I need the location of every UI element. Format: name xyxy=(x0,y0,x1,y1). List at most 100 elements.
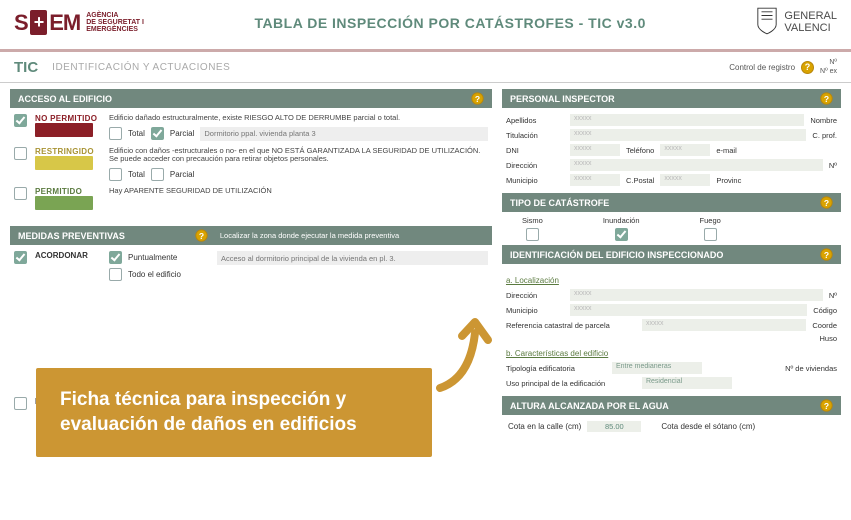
reg-num-label: Nº xyxy=(820,58,837,67)
titulacion-input[interactable]: xxxxx xyxy=(570,129,806,141)
gv-crest-icon xyxy=(756,6,778,39)
direccion-label: Dirección xyxy=(506,161,564,170)
telefono-label: Teléfono xyxy=(626,146,654,155)
logo-sem: S+EM AGÈNCIA DE SEGURETAT I EMERGÈNCIES xyxy=(14,10,144,36)
gv-text: GENERAL VALENCI xyxy=(784,11,837,34)
checkbox-sismo[interactable] xyxy=(526,228,539,241)
tipo-fuego-label: Fuego xyxy=(700,216,721,225)
checkbox-no-permitido[interactable] xyxy=(14,114,27,127)
section-personal-title: PERSONAL INSPECTOR xyxy=(510,94,615,104)
checkbox-demoler[interactable] xyxy=(14,397,27,410)
no-permitido-note: Edificio dañado estructuralmente, existe… xyxy=(109,114,488,123)
edif-municipio-input[interactable]: xxxxx xyxy=(570,304,807,316)
acordonar-punt-label: Puntualmente xyxy=(128,253,177,262)
sem-wordmark: S+EM xyxy=(14,10,80,36)
sem-subtitle: AGÈNCIA DE SEGURETAT I EMERGÈNCIES xyxy=(86,12,144,33)
section-tipo-title: TIPO DE CATÁSTROFE xyxy=(510,198,609,208)
status-permitido-label: PERMITIDO xyxy=(35,187,101,196)
municipio-input[interactable]: xxxxx xyxy=(570,174,620,186)
overlay-callout: Ficha técnica para inspección y evaluaci… xyxy=(36,368,432,457)
section-medidas: MEDIDAS PREVENTIVAS ? Localizar la zona … xyxy=(10,226,492,245)
telefono-input[interactable]: xxxxx xyxy=(660,144,710,156)
help-icon[interactable]: ? xyxy=(820,93,832,105)
swatch-red xyxy=(35,123,93,137)
help-icon[interactable]: ? xyxy=(471,93,483,105)
edif-codigo-label: Código xyxy=(813,306,837,315)
direccion-input[interactable]: xxxxx xyxy=(570,159,823,171)
checkbox-r-parcial[interactable] xyxy=(151,168,164,181)
nombre-label: Nombre xyxy=(810,116,837,125)
tipologia-label: Tipología edificatoria xyxy=(506,364,606,373)
acordonar-zone-input[interactable] xyxy=(217,251,488,265)
help-icon[interactable]: ? xyxy=(195,229,207,241)
section-acceso-title: ACCESO AL EDIFICIO xyxy=(18,94,112,104)
coord-label: Coorde xyxy=(812,321,837,330)
apellidos-label: Apellidos xyxy=(506,116,564,125)
section-altura: ALTURA ALCANZADA POR EL AGUA ? xyxy=(502,396,841,415)
np-parcial-label: Parcial xyxy=(170,129,194,138)
loc-subtitle: a. Localización xyxy=(506,276,837,285)
checkbox-acordonar-todo[interactable] xyxy=(109,268,122,281)
tipo-sismo-label: Sismo xyxy=(522,216,543,225)
cota-calle-value[interactable]: 85.00 xyxy=(587,421,641,432)
municipio-label: Municipio xyxy=(506,176,564,185)
section-altura-title: ALTURA ALCANZADA POR EL AGUA xyxy=(510,401,669,411)
dni-input[interactable]: xxxxx xyxy=(570,144,620,156)
checkbox-np-total[interactable] xyxy=(109,127,122,140)
permitido-note: Hay APARENTE SEGURIDAD DE UTILIZACIÓN xyxy=(109,187,488,196)
page-title: TABLA DE INSPECCIÓN POR CATÁSTROFES - TI… xyxy=(254,15,645,31)
np-total-label: Total xyxy=(128,129,145,138)
help-icon[interactable]: ? xyxy=(820,249,832,261)
control-registro-label: Control de registro xyxy=(729,63,795,72)
status-no-permitido-label: NO PERMITIDO xyxy=(35,114,101,123)
swatch-yellow xyxy=(35,156,93,170)
help-icon[interactable]: ? xyxy=(820,400,832,412)
r-parcial-label: Parcial xyxy=(170,170,194,179)
edif-direccion-label: Dirección xyxy=(506,291,564,300)
usoprin-value[interactable]: Residencial xyxy=(642,377,732,389)
help-icon[interactable]: ? xyxy=(801,61,814,74)
checkbox-fuego[interactable] xyxy=(704,228,717,241)
app-header: S+EM AGÈNCIA DE SEGURETAT I EMERGÈNCIES … xyxy=(0,0,851,52)
r-total-label: Total xyxy=(128,170,145,179)
titulacion-label: Titulación xyxy=(506,131,564,140)
acordonar-label: ACORDONAR xyxy=(35,251,101,260)
help-icon[interactable]: ? xyxy=(820,197,832,209)
restringido-note: Edificio con daños -estructurales o no- … xyxy=(109,147,488,164)
nviv-label: Nº de viviendas xyxy=(785,364,837,373)
tipo-inundacion-label: Inundación xyxy=(603,216,640,225)
caract-subtitle: b. Características del edificio xyxy=(506,349,837,358)
cprof-label: C. prof. xyxy=(812,131,837,140)
checkbox-acordonar-punt[interactable] xyxy=(109,251,122,264)
huso-label: Huso xyxy=(819,334,837,343)
checkbox-restringido[interactable] xyxy=(14,147,27,160)
checkbox-permitido[interactable] xyxy=(14,187,27,200)
cota-sotano-label: Cota desde el sótano (cm) xyxy=(661,422,755,431)
edif-municipio-label: Municipio xyxy=(506,306,564,315)
logo-gv: GENERAL VALENCI xyxy=(756,6,837,39)
num-label: Nº xyxy=(829,161,837,170)
tipologia-value[interactable]: Entre medianeras xyxy=(612,362,702,374)
edif-direccion-input[interactable]: xxxxx xyxy=(570,289,823,301)
swatch-green xyxy=(35,196,93,210)
cota-calle-label: Cota en la calle (cm) xyxy=(508,422,581,431)
reg-ex-label: Nº ex xyxy=(820,67,837,76)
section-label: IDENTIFICACIÓN Y ACTUACIONES xyxy=(52,62,230,73)
checkbox-r-total[interactable] xyxy=(109,168,122,181)
cpostal-label: C.Postal xyxy=(626,176,654,185)
refcat-input[interactable]: xxxxx xyxy=(642,319,806,331)
email-label: e-mail xyxy=(716,146,736,155)
np-parcial-input[interactable] xyxy=(200,127,488,141)
section-ident-edif-title: IDENTIFICACIÓN DEL EDIFICIO INSPECCIONAD… xyxy=(510,250,723,260)
refcat-label: Referencia catastral de parcela xyxy=(506,321,636,330)
acordonar-todo-label: Todo el edificio xyxy=(128,270,181,279)
checkbox-np-parcial[interactable] xyxy=(151,127,164,140)
section-ident-edif: IDENTIFICACIÓN DEL EDIFICIO INSPECCIONAD… xyxy=(502,245,841,264)
section-tipo: TIPO DE CATÁSTROFE ? xyxy=(502,193,841,212)
medidas-instr: Localizar la zona donde ejecutar la medi… xyxy=(220,231,399,240)
checkbox-acordonar[interactable] xyxy=(14,251,27,264)
cpostal-input[interactable]: xxxxx xyxy=(660,174,710,186)
checkbox-inundacion[interactable] xyxy=(615,228,628,241)
subheader: TIC IDENTIFICACIÓN Y ACTUACIONES Control… xyxy=(0,52,851,83)
apellidos-input[interactable]: xxxxx xyxy=(570,114,804,126)
